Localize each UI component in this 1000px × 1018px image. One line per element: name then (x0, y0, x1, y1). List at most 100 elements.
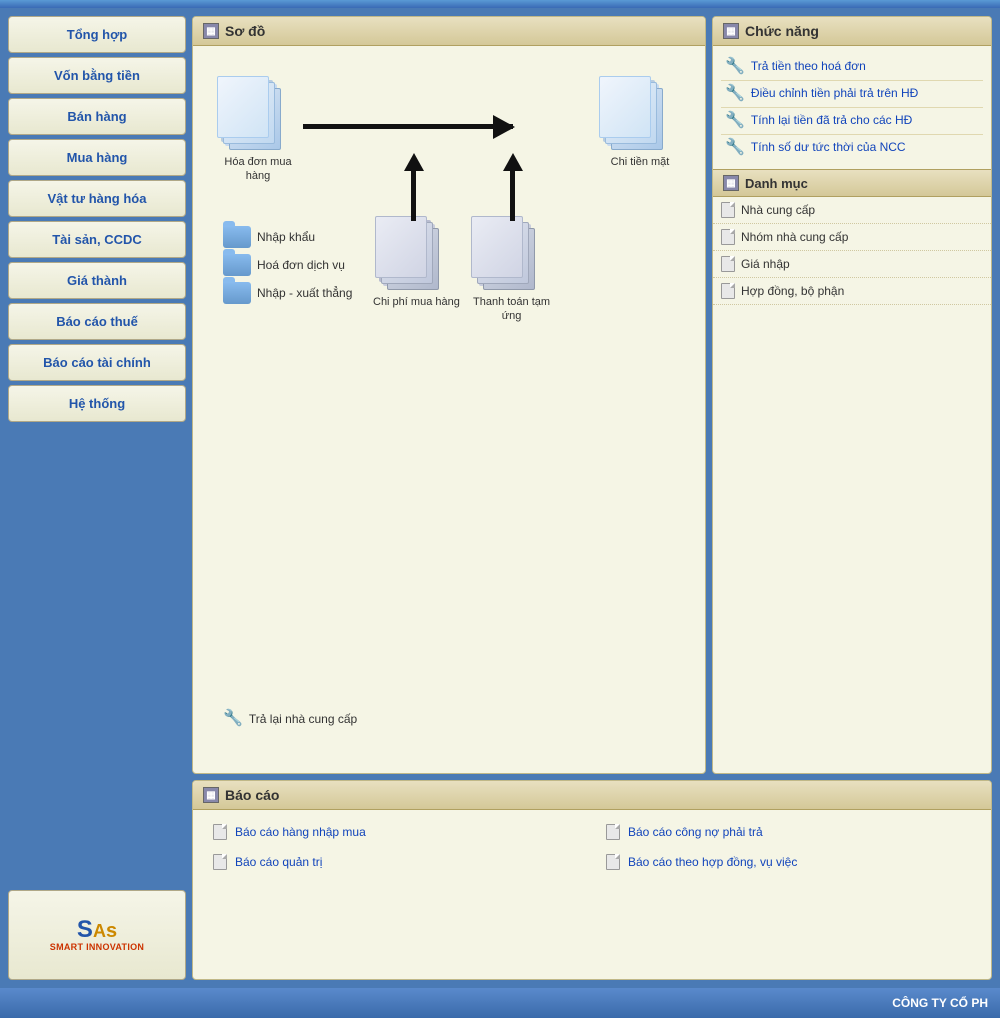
func-item-2[interactable]: 🔧 Điều chỉnh tiền phải trả trên HĐ (721, 81, 983, 108)
danhmuc-list: Nhà cung cấp Nhóm nhà cung cấp Giá nhập … (713, 197, 991, 305)
danhmuc-title: Danh mục (745, 176, 808, 191)
dm-doc-icon-4 (721, 283, 735, 299)
sidebar-item-bao-cao-tai-chinh[interactable]: Báo cáo tài chính (8, 344, 186, 381)
hoa-don-mua-hang-icon[interactable]: Hóa đơn muahàng (223, 76, 293, 184)
bc-item-4[interactable]: Báo cáo theo hợp đồng, vụ việc (602, 850, 975, 874)
thanh-toan-label: Thanh toán tạmứng (473, 295, 550, 324)
nhap-xuat-label: Nhập - xuất thẳng (257, 286, 352, 300)
tra-lai-label: Trả lại nhà cung cấp (249, 712, 357, 726)
danhmuc-header: ▦ Danh mục (713, 169, 991, 197)
hoa-don-dich-vu-item[interactable]: Hoá đơn dịch vụ (223, 254, 352, 276)
dm-item-2[interactable]: Nhóm nhà cung cấp (713, 224, 991, 251)
folder-icon-3 (223, 282, 251, 304)
sidebar-logo: SAs SMART INNOVATION (8, 890, 186, 980)
wrench-icon: 🔧 (223, 711, 243, 727)
baocao-panel: ▦ Báo cáo Báo cáo hàng nhập mua Báo cáo … (192, 780, 992, 980)
sidebar-item-gia-thanh[interactable]: Giá thành (8, 262, 186, 299)
sodo-panel: ▦ Sơ đồ Hóa đơn muahàng (192, 16, 706, 774)
arrow-right (303, 114, 513, 138)
bc-label-4: Báo cáo theo hợp đồng, vụ việc (628, 855, 797, 869)
func-icon-3: 🔧 (725, 113, 745, 129)
hoa-don-label: Hóa đơn muahàng (224, 155, 291, 184)
bc-doc-icon-2 (213, 854, 227, 870)
nhap-khau-item[interactable]: Nhập khẩu (223, 226, 352, 248)
top-section: ▦ Sơ đồ Hóa đơn muahàng (192, 16, 992, 774)
func-icon-4: 🔧 (725, 140, 745, 156)
bc-label-1: Báo cáo hàng nhập mua (235, 825, 366, 839)
content-area: ▦ Sơ đồ Hóa đơn muahàng (192, 16, 992, 980)
bc-doc-icon-1 (213, 824, 227, 840)
bc-doc-icon-3 (606, 824, 620, 840)
chi-phi-label: Chi phí mua hàng (373, 295, 460, 309)
func-item-3[interactable]: 🔧 Tính lại tiền đã trả cho các HĐ (721, 108, 983, 135)
dm-label-2: Nhóm nhà cung cấp (741, 230, 848, 244)
dm-item-3[interactable]: Giá nhập (713, 251, 991, 278)
func-label-2: Điều chỉnh tiền phải trả trên HĐ (751, 86, 918, 100)
sidebar-item-tong-hop[interactable]: Tổng hợp (8, 16, 186, 53)
chucnang-title: Chức năng (745, 23, 819, 39)
baocao-icon: ▦ (203, 787, 219, 803)
chi-phi-mua-hang-icon[interactable]: Chi phí mua hàng (373, 216, 460, 309)
folder-icon (223, 226, 251, 248)
dm-item-1[interactable]: Nhà cung cấp (713, 197, 991, 224)
func-label-3: Tính lại tiền đã trả cho các HĐ (751, 113, 912, 127)
dm-item-4[interactable]: Hợp đồng, bộ phận (713, 278, 991, 305)
company-name: CÔNG TY CỔ PH (892, 996, 988, 1010)
chucnang-header: ▦ Chức năng (713, 17, 991, 46)
arrow-up-2 (510, 171, 515, 221)
diagram-area: Hóa đơn muahàng (203, 56, 695, 763)
bottom-bar: CÔNG TY CỔ PH (0, 988, 1000, 1018)
dm-doc-icon-1 (721, 202, 735, 218)
nhap-khau-label: Nhập khẩu (257, 230, 315, 244)
left-list: Nhập khẩu Hoá đơn dịch vụ Nhập - xuất th… (223, 226, 352, 310)
baocao-content: Báo cáo hàng nhập mua Báo cáo công nợ ph… (193, 810, 991, 884)
chucnang-icon: ▦ (723, 23, 739, 39)
sodo-title: Sơ đồ (225, 23, 265, 39)
sidebar: Tổng hợp Vốn bằng tiền Bán hàng Mua hàng… (8, 16, 186, 980)
bc-item-1[interactable]: Báo cáo hàng nhập mua (209, 820, 582, 844)
dm-label-1: Nhà cung cấp (741, 203, 815, 217)
sidebar-item-vat-tu-hang-hoa[interactable]: Vật tư hàng hóa (8, 180, 186, 217)
main-container: Tổng hợp Vốn bằng tiền Bán hàng Mua hàng… (0, 8, 1000, 988)
folder-icon-2 (223, 254, 251, 276)
sodo-icon: ▦ (203, 23, 219, 39)
chi-tien-mat-icon[interactable]: Chi tiền mặt (605, 76, 675, 169)
sodo-header: ▦ Sơ đồ (193, 17, 705, 46)
baocao-title: Báo cáo (225, 787, 279, 803)
tra-lai-item[interactable]: 🔧 Trả lại nhà cung cấp (223, 711, 357, 727)
chucnang-panel: ▦ Chức năng 🔧 Trả tiền theo hoá đơn 🔧 Đi… (712, 16, 992, 774)
func-item-1[interactable]: 🔧 Trả tiền theo hoá đơn (721, 54, 983, 81)
chucnang-content: 🔧 Trả tiền theo hoá đơn 🔧 Điều chỉnh tiề… (713, 46, 991, 169)
top-bar (0, 0, 1000, 8)
sidebar-item-mua-hang[interactable]: Mua hàng (8, 139, 186, 176)
baocao-header: ▦ Báo cáo (193, 781, 991, 810)
bc-doc-icon-4 (606, 854, 620, 870)
func-item-4[interactable]: 🔧 Tính số dư tức thời của NCC (721, 135, 983, 161)
sodo-content: Hóa đơn muahàng (193, 46, 705, 773)
logo-text: SMART INNOVATION (50, 942, 144, 952)
sidebar-item-tai-san-ccdc[interactable]: Tài sản, CCDC (8, 221, 186, 258)
dm-doc-icon-3 (721, 256, 735, 272)
func-label-4: Tính số dư tức thời của NCC (751, 140, 906, 154)
dm-label-4: Hợp đồng, bộ phận (741, 284, 844, 298)
bc-item-2[interactable]: Báo cáo quản trị (209, 850, 582, 874)
bc-item-3[interactable]: Báo cáo công nợ phải trả (602, 820, 975, 844)
bc-label-3: Báo cáo công nợ phải trả (628, 825, 763, 839)
sidebar-item-ban-hang[interactable]: Bán hàng (8, 98, 186, 135)
bc-label-2: Báo cáo quản trị (235, 855, 322, 869)
logo-letters: SAs (77, 918, 117, 942)
sidebar-item-bao-cao-thue[interactable]: Báo cáo thuế (8, 303, 186, 340)
sidebar-item-he-thong[interactable]: Hệ thống (8, 385, 186, 422)
func-label-1: Trả tiền theo hoá đơn (751, 59, 866, 73)
arrow-up-1 (411, 171, 416, 221)
nhap-xuat-thang-item[interactable]: Nhập - xuất thẳng (223, 282, 352, 304)
func-icon-1: 🔧 (725, 59, 745, 75)
chi-tien-mat-label: Chi tiền mặt (611, 155, 670, 169)
hoa-don-dv-label: Hoá đơn dịch vụ (257, 258, 345, 272)
sidebar-item-von-bang-tien[interactable]: Vốn bằng tiền (8, 57, 186, 94)
dm-label-3: Giá nhập (741, 257, 790, 271)
dm-doc-icon-2 (721, 229, 735, 245)
thanh-toan-tam-ung-icon[interactable]: Thanh toán tạmứng (473, 216, 550, 324)
danhmuc-icon: ▦ (723, 175, 739, 191)
func-icon-2: 🔧 (725, 86, 745, 102)
